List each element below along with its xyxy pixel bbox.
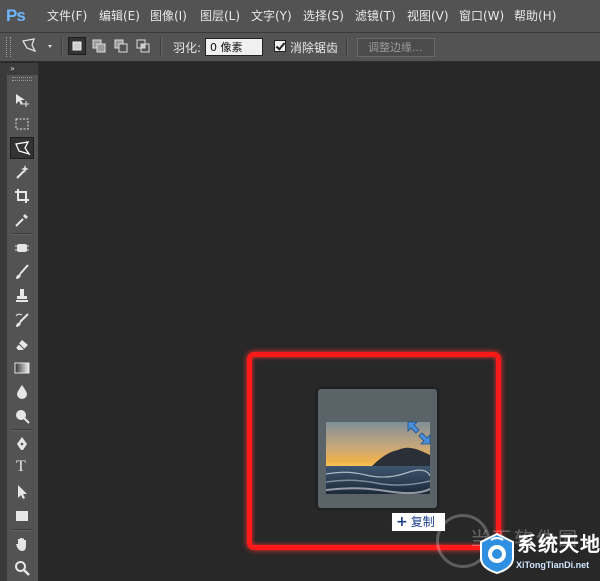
menu-select[interactable]: 选择(S): [303, 8, 344, 24]
tool-path-selection[interactable]: [10, 481, 34, 503]
tools-panel: » T: [7, 63, 39, 581]
feather-label: 羽化:: [173, 41, 202, 55]
marquee-icon: [15, 118, 29, 130]
options-bar: 羽化: 0 像素 消除锯齿 调整边缘...: [0, 33, 600, 62]
refine-edge-button[interactable]: 调整边缘...: [357, 38, 435, 57]
menu-help[interactable]: 帮助(H): [514, 8, 556, 24]
separator: [61, 38, 63, 56]
subtract-from-selection-button[interactable]: [112, 37, 130, 55]
menu-filter[interactable]: 滤镜(T): [355, 8, 396, 24]
hand-icon: [16, 538, 26, 551]
photoshop-logo: Ps: [6, 6, 26, 25]
clone-stamp-icon: [16, 289, 28, 302]
drag-preview[interactable]: [318, 389, 437, 508]
blur-icon: [17, 385, 27, 399]
tool-preset-picker[interactable]: [20, 37, 54, 55]
gradient-icon: [14, 362, 30, 374]
tool-brush[interactable]: [10, 261, 34, 283]
tool-pen[interactable]: [10, 433, 34, 455]
antialias-checkbox[interactable]: [274, 40, 286, 52]
type-icon: T: [16, 458, 26, 475]
plus-icon: +: [396, 514, 408, 530]
tool-eyedropper[interactable]: [10, 209, 34, 231]
menu-type[interactable]: 文字(Y): [251, 8, 292, 24]
tool-move[interactable]: [10, 89, 34, 111]
history-brush-icon: [15, 313, 29, 327]
add-to-selection-icon: [92, 39, 106, 53]
feather-input[interactable]: 0 像素: [205, 38, 263, 56]
options-grip: [6, 37, 11, 57]
antialias-label: 消除锯齿: [290, 41, 339, 55]
new-selection-icon: [72, 41, 82, 51]
tool-separator: [11, 429, 33, 431]
menu-bar: Ps 文件(F) 编辑(E) 图像(I) 图层(L) 文字(Y) 选择(S) 滤…: [0, 0, 600, 33]
menu-view[interactable]: 视图(V): [407, 8, 449, 24]
tool-crop[interactable]: [10, 185, 34, 207]
tool-marquee[interactable]: [10, 113, 34, 135]
brush-icon: [16, 264, 29, 279]
pen-icon: [17, 437, 27, 450]
new-selection-button[interactable]: [68, 37, 86, 55]
tool-eraser[interactable]: [10, 333, 34, 355]
menu-window[interactable]: 窗口(W): [459, 8, 504, 24]
tool-blur[interactable]: [10, 381, 34, 403]
tool-magic-wand[interactable]: [10, 161, 34, 183]
zoom-icon: [15, 561, 30, 576]
healing-brush-icon: [15, 244, 29, 252]
watermark-title: 系统天地: [517, 532, 600, 556]
tool-dodge[interactable]: [10, 405, 34, 427]
eraser-icon: [15, 340, 28, 350]
tool-zoom[interactable]: [10, 557, 34, 579]
tool-separator: [11, 233, 33, 235]
intersect-selection-button[interactable]: [134, 37, 152, 55]
tool-history-brush[interactable]: [10, 309, 34, 331]
tools-panel-grip[interactable]: [12, 77, 32, 81]
add-to-selection-button[interactable]: [90, 37, 108, 55]
tool-type[interactable]: T: [10, 457, 34, 479]
crop-icon: [15, 189, 29, 203]
menu-image[interactable]: 图像(I): [150, 8, 187, 24]
tool-separator: [11, 529, 33, 531]
tool-hand[interactable]: [10, 533, 34, 555]
copy-tooltip-label: 复制: [410, 515, 435, 529]
magic-wand-icon: [16, 165, 29, 179]
tool-rectangle[interactable]: [10, 505, 34, 527]
tool-healing-brush[interactable]: [10, 237, 34, 259]
tool-clone-stamp[interactable]: [10, 285, 34, 307]
path-selection-icon: [18, 485, 27, 499]
watermark-badge-icon: [480, 532, 514, 574]
tools-panel-collapse[interactable]: »: [7, 63, 38, 75]
polygonal-lasso-icon: [15, 141, 31, 156]
dodge-icon: [16, 410, 30, 424]
dock-strip: [0, 63, 7, 581]
menu-layer[interactable]: 图层(L): [200, 8, 240, 24]
separator: [346, 38, 348, 56]
watermark-url: XiTongTianDi.net: [516, 560, 590, 570]
menu-file[interactable]: 文件(F): [47, 8, 87, 24]
subtract-selection-icon: [114, 39, 128, 53]
intersect-selection-icon: [136, 39, 150, 53]
resize-cursor-icon: [406, 420, 432, 446]
tool-gradient[interactable]: [10, 357, 34, 379]
menu-edit[interactable]: 编辑(E): [99, 8, 140, 24]
move-icon: [16, 94, 29, 107]
watermark-logo: 系统天地 XiTongTianDi.net: [478, 530, 600, 581]
polygonal-lasso-icon: [21, 38, 52, 53]
rectangle-icon: [16, 511, 28, 521]
tool-polygonal-lasso[interactable]: [10, 137, 34, 159]
eyedropper-icon: [15, 214, 28, 227]
separator: [160, 38, 162, 56]
